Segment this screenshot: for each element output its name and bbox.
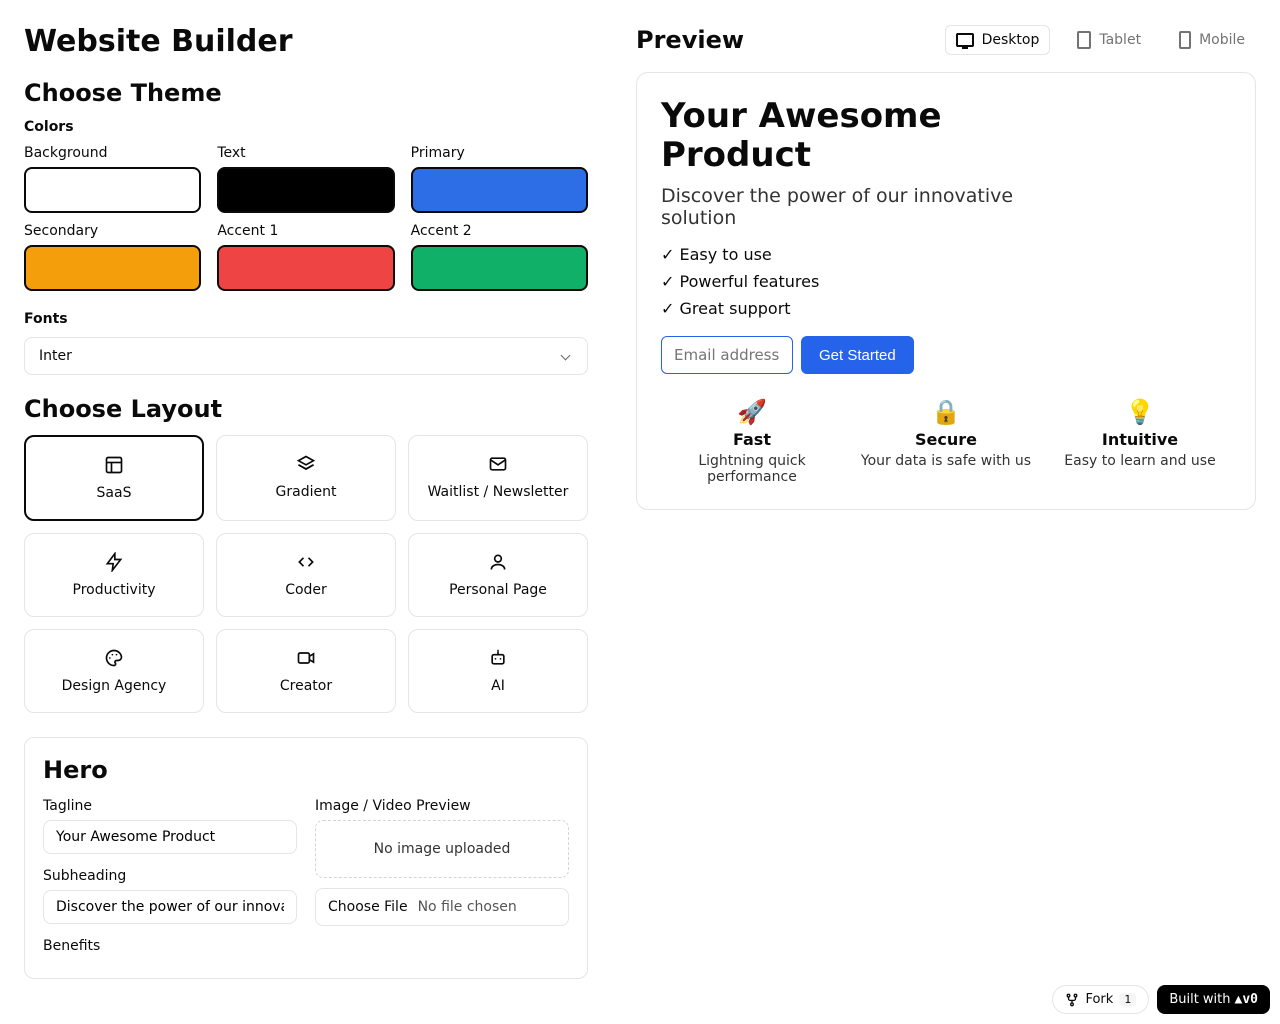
- device-mobile-button[interactable]: Mobile: [1168, 24, 1256, 56]
- feature-icon: 💡: [1049, 398, 1231, 426]
- image-preview-label: Image / Video Preview: [315, 798, 569, 814]
- preview-benefit-item: Powerful features: [661, 272, 1231, 291]
- layers-icon: [296, 454, 316, 474]
- layout-label: Design Agency: [62, 678, 167, 694]
- built-with-brand: ▲v0: [1235, 992, 1258, 1007]
- layout-label: Personal Page: [449, 582, 547, 598]
- preview-cta-button[interactable]: Get Started: [801, 336, 914, 374]
- image-upload-dropzone[interactable]: No image uploaded: [315, 820, 569, 878]
- mail-icon: [488, 454, 508, 474]
- device-desktop-label: Desktop: [982, 32, 1040, 48]
- bot-icon: [488, 648, 508, 668]
- choose-theme-heading: Choose Theme: [24, 79, 588, 107]
- layout-label: Creator: [280, 678, 332, 694]
- color-label-3: Secondary: [24, 223, 201, 239]
- feature-desc: Easy to learn and use: [1049, 453, 1231, 469]
- preview-benefit-item: Great support: [661, 299, 1231, 318]
- color-swatch-text[interactable]: [217, 167, 394, 213]
- subheading-input[interactable]: [43, 890, 297, 924]
- zap-icon: [104, 552, 124, 572]
- preview-feature: 🚀 Fast Lightning quick performance: [661, 398, 843, 485]
- layout-card-personal-page[interactable]: Personal Page: [408, 533, 588, 617]
- tagline-label: Tagline: [43, 798, 297, 814]
- layout-card-saas[interactable]: SaaS: [24, 435, 204, 521]
- layout-label: Gradient: [276, 484, 337, 500]
- layout-label: Waitlist / Newsletter: [428, 484, 569, 500]
- color-swatch-primary[interactable]: [411, 167, 588, 213]
- color-swatch-background[interactable]: [24, 167, 201, 213]
- preview-benefit-item: Easy to use: [661, 245, 1231, 264]
- preview-feature: 🔒 Secure Your data is safe with us: [855, 398, 1037, 485]
- color-swatch-secondary[interactable]: [24, 245, 201, 291]
- preview-frame: Your Awesome Product Discover the power …: [636, 72, 1256, 510]
- feature-title: Fast: [661, 430, 843, 449]
- device-tablet-label: Tablet: [1099, 32, 1141, 48]
- layout-card-gradient[interactable]: Gradient: [216, 435, 396, 521]
- preview-title: Preview: [636, 26, 744, 54]
- colors-label: Colors: [24, 119, 588, 135]
- layout-card-coder[interactable]: Coder: [216, 533, 396, 617]
- device-tablet-button[interactable]: Tablet: [1066, 24, 1152, 56]
- layout-card-productivity[interactable]: Productivity: [24, 533, 204, 617]
- color-label-5: Accent 2: [411, 223, 588, 239]
- layout-label: AI: [491, 678, 505, 694]
- feature-title: Secure: [855, 430, 1037, 449]
- palette-icon: [104, 648, 124, 668]
- fork-count: 1: [1119, 993, 1136, 1006]
- video-icon: [296, 648, 316, 668]
- mobile-icon: [1179, 31, 1191, 49]
- preview-feature: 💡 Intuitive Easy to learn and use: [1049, 398, 1231, 485]
- feature-desc: Lightning quick performance: [661, 453, 843, 485]
- feature-icon: 🚀: [661, 398, 843, 426]
- font-select-value: Inter: [39, 348, 72, 364]
- app-title: Website Builder: [24, 24, 588, 59]
- fork-icon: [1065, 993, 1079, 1007]
- code-icon: [296, 552, 316, 572]
- benefits-label: Benefits: [43, 938, 297, 954]
- layout-card-creator[interactable]: Creator: [216, 629, 396, 713]
- layout-label: Productivity: [73, 582, 156, 598]
- color-label-1: Text: [217, 145, 394, 161]
- choose-file-button[interactable]: Choose File: [328, 899, 408, 915]
- chevron-down-icon: [559, 349, 573, 363]
- layout-card-design-agency[interactable]: Design Agency: [24, 629, 204, 713]
- hero-heading: Hero: [43, 756, 569, 784]
- subheading-label: Subheading: [43, 868, 297, 884]
- preview-hero-subtitle: Discover the power of our innovative sol…: [661, 185, 1081, 229]
- color-label-4: Accent 1: [217, 223, 394, 239]
- font-select[interactable]: Inter: [24, 337, 588, 375]
- built-with-badge[interactable]: Built with ▲v0: [1157, 985, 1270, 1014]
- file-input[interactable]: Choose File No file chosen: [315, 888, 569, 926]
- color-swatch-accent 1[interactable]: [217, 245, 394, 291]
- layout-label: Coder: [285, 582, 327, 598]
- device-desktop-button[interactable]: Desktop: [945, 25, 1051, 55]
- feature-icon: 🔒: [855, 398, 1037, 426]
- color-label-0: Background: [24, 145, 201, 161]
- fork-button[interactable]: Fork 1: [1052, 985, 1149, 1014]
- layout-icon: [104, 455, 124, 475]
- color-swatch-accent 2[interactable]: [411, 245, 588, 291]
- built-with-label: Built with: [1169, 992, 1230, 1007]
- fork-label: Fork: [1085, 992, 1113, 1007]
- preview-hero-title: Your Awesome Product: [661, 97, 981, 175]
- layout-label: SaaS: [97, 485, 132, 501]
- layout-card-ai[interactable]: AI: [408, 629, 588, 713]
- choose-layout-heading: Choose Layout: [24, 395, 588, 423]
- user-icon: [488, 552, 508, 572]
- fonts-label: Fonts: [24, 311, 588, 327]
- layout-card-waitlist-newsletter[interactable]: Waitlist / Newsletter: [408, 435, 588, 521]
- preview-email-input[interactable]: [661, 336, 793, 374]
- tablet-icon: [1077, 31, 1091, 49]
- feature-desc: Your data is safe with us: [855, 453, 1037, 469]
- tagline-input[interactable]: [43, 820, 297, 854]
- feature-title: Intuitive: [1049, 430, 1231, 449]
- file-status: No file chosen: [418, 899, 517, 915]
- device-mobile-label: Mobile: [1199, 32, 1245, 48]
- desktop-icon: [956, 33, 974, 47]
- color-label-2: Primary: [411, 145, 588, 161]
